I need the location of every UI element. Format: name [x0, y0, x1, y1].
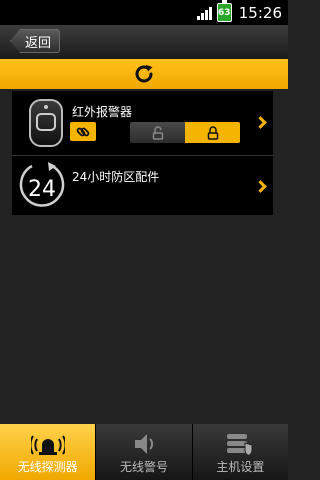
unlock-icon	[152, 125, 163, 140]
header-bar: 返回	[0, 25, 288, 59]
speaker-icon	[134, 434, 154, 454]
motion-sensor-icon	[29, 99, 63, 147]
24h-clock-icon: 24	[19, 162, 65, 207]
svg-text:24: 24	[28, 177, 56, 202]
chevron-right-icon	[254, 116, 267, 129]
bottom-nav: 无线探测器 无线警号 主机设置	[0, 424, 288, 480]
tab-wireless-siren[interactable]: 无线警号	[96, 424, 193, 480]
server-shield-icon	[227, 434, 253, 456]
signal-icon	[196, 6, 212, 20]
arm-option[interactable]	[185, 122, 240, 143]
lock-icon	[207, 125, 218, 140]
refresh-bar[interactable]	[0, 59, 288, 89]
link-button[interactable]	[70, 122, 96, 141]
tab-host-settings[interactable]: 主机设置	[192, 424, 288, 480]
tab-label: 主机设置	[216, 460, 265, 474]
tab-label: 无线探测器	[17, 460, 78, 474]
refresh-icon[interactable]	[133, 63, 155, 85]
list-item-infrared-alarm[interactable]: 红外报警器	[12, 91, 273, 155]
list-item-24h-zone[interactable]: 24 24小时防区配件	[12, 155, 273, 215]
tab-wireless-detector[interactable]: 无线探测器	[0, 424, 97, 480]
link-icon	[76, 127, 90, 136]
device-list: 红外报警器 24 24小时防区配件	[12, 91, 273, 215]
back-button[interactable]: 返回	[10, 29, 60, 53]
chevron-right-icon	[254, 180, 267, 193]
arm-toggle[interactable]	[130, 122, 240, 143]
siren-icon	[30, 435, 65, 455]
list-item-title: 红外报警器	[72, 105, 133, 119]
battery-level: 63	[218, 7, 231, 18]
back-label: 返回	[24, 35, 51, 51]
list-item-title: 24小时防区配件	[72, 170, 160, 184]
tab-label: 无线警号	[119, 460, 168, 474]
battery-icon: 63	[216, 0, 232, 22]
disarm-option[interactable]	[130, 122, 185, 143]
status-time: 15:26	[238, 3, 282, 22]
status-bar: 63 15:26	[0, 0, 288, 25]
